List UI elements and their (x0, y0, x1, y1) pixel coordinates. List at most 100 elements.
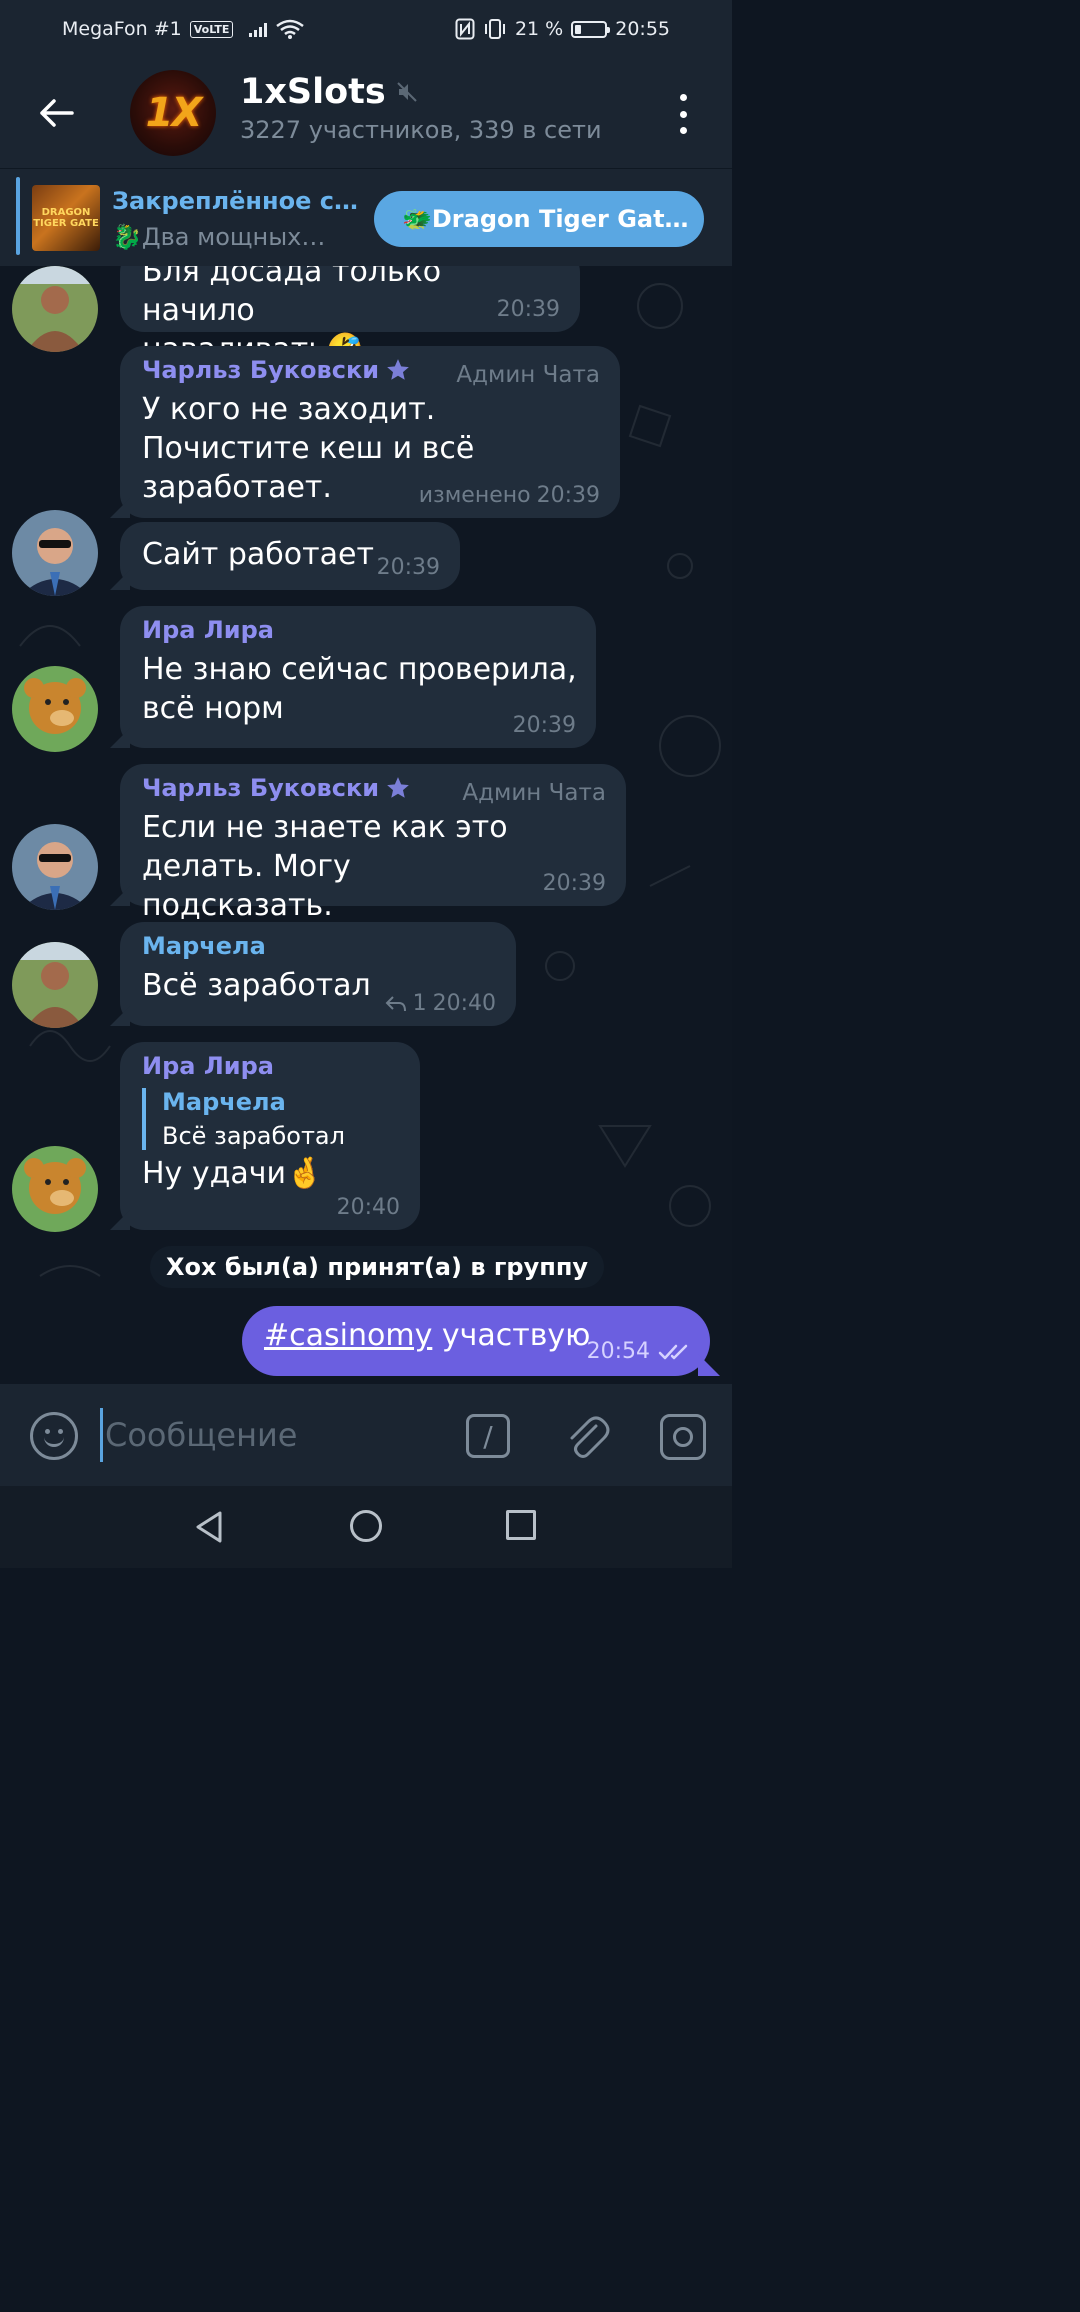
sender-name: Чарльз Буковски (142, 356, 380, 384)
message-bubble[interactable]: Марчела Всё заработал 1 20:40 (120, 922, 516, 1026)
muted-icon (397, 82, 417, 102)
message-meta: 20:39 (513, 713, 576, 738)
message-time: 20:39 (536, 483, 600, 508)
service-message: Хох был(а) принят(а) в группу (150, 1246, 605, 1288)
message-bubble[interactable]: Ира Лира Не знаю сейчас проверила, всё н… (120, 606, 596, 748)
message-bubble[interactable]: Чарльз Буковски Админ Чата У кого не зах… (120, 346, 620, 518)
sender-name: Ира Лира (142, 1052, 274, 1080)
avatar-marchela[interactable] (12, 942, 98, 1028)
chat-area[interactable]: Бля досада только начило наваливать🤣 20:… (0, 266, 732, 1384)
avatar-ira-lira[interactable] (12, 1146, 98, 1232)
message-time: 20:39 (512, 713, 576, 738)
back-button[interactable] (28, 88, 84, 138)
message-sender: Ира Лира (142, 616, 574, 644)
smile-icon (44, 1437, 64, 1447)
clock: 20:55 (615, 18, 670, 40)
avatar-photo (12, 1146, 98, 1232)
message-bubble[interactable]: Сайт работает 20:39 (120, 522, 460, 590)
hashtag-link[interactable]: #casinomy (264, 1318, 432, 1353)
battery-icon (571, 20, 611, 38)
pinned-thumbnail-logo: DRAGON TIGER GATE (33, 207, 99, 229)
message-time: 20:39 (376, 555, 440, 580)
avatar-photo (12, 666, 98, 752)
double-check-icon (658, 1344, 688, 1359)
channel-name: 1xSlots (240, 72, 386, 112)
slash-icon: / (483, 1419, 493, 1453)
sender-name: Ира Лира (142, 616, 274, 644)
status-left: MegaFon #1 VoLTE (62, 18, 305, 40)
message-time: 20:54 (586, 1339, 650, 1364)
system-nav-bar (0, 1486, 732, 1568)
arrow-left-icon (40, 99, 74, 127)
pinned-thumbnail: DRAGON TIGER GATE (32, 185, 100, 251)
message-time: 20:40 (336, 1195, 400, 1220)
wifi-icon (276, 19, 305, 39)
channel-avatar-logo: 1X (145, 90, 203, 136)
outgoing-message-bubble[interactable]: #casinomy участвую 20:54 (242, 1306, 710, 1376)
avatar-photo (12, 510, 98, 596)
message-meta: 20:40 (337, 1195, 400, 1220)
message-input-bar: / (0, 1384, 732, 1486)
message-time: 20:40 (432, 991, 496, 1016)
message-meta: 20:39 (543, 871, 606, 896)
nfc-icon (455, 18, 475, 40)
avatar-photo (12, 942, 98, 1028)
reply-count[interactable]: 1 (413, 991, 427, 1016)
pinned-title: Закреплённое с… (112, 187, 358, 215)
outgoing-message-text: участвую (432, 1318, 591, 1353)
signal-icon (249, 21, 268, 37)
status-bar: MegaFon #1 VoLTE 21 % 20:55 (0, 0, 732, 58)
message-time: 20:39 (496, 297, 560, 322)
message-bubble[interactable]: Бля досада только начило наваливать🤣 20:… (120, 266, 580, 367)
pinned-action-button[interactable]: 🐲Dragon Tiger Gat… (374, 191, 704, 247)
message-input[interactable] (100, 1408, 440, 1462)
message-meta: 20:39 (377, 555, 440, 580)
channel-avatar[interactable]: 1X (130, 70, 216, 156)
status-right: 21 % 20:55 (455, 18, 670, 40)
pinned-indicator (16, 177, 20, 255)
avatar-man-glasses[interactable] (12, 510, 98, 596)
battery-percent: 21 % (514, 18, 564, 40)
camera-button[interactable] (660, 1414, 706, 1460)
avatar-marchela[interactable] (12, 266, 98, 352)
pinned-message-bar[interactable]: DRAGON TIGER GATE Закреплённое с… 🐉Два м… (0, 168, 732, 266)
edited-label: изменено (418, 483, 531, 508)
nav-back-button[interactable] (194, 1510, 224, 1548)
message-sender: Ира Лира (142, 1052, 398, 1080)
admin-badge: Админ Чата (456, 362, 600, 388)
chat-header: 1X 1xSlots 3227 участников, 339 в сети (0, 58, 732, 168)
message-text: Если не знаете как это делать. Могу подс… (142, 810, 508, 923)
message-text-partial: Бля досада только начило (142, 266, 442, 328)
star-icon (387, 777, 409, 798)
message-bubble[interactable]: Ира Лира Марчела Всё заработал Ну удачи🤞… (120, 1042, 420, 1230)
message-bubble[interactable]: Чарльз Буковски Админ Чата Если не знает… (120, 764, 626, 923)
vibrate-icon (484, 19, 505, 39)
message-text: Ну удачи🤞 (142, 1156, 324, 1191)
admin-badge: Админ Чата (462, 780, 606, 806)
carrier-name: MegaFon #1 (62, 18, 182, 40)
reply-icon[interactable] (385, 995, 407, 1013)
message-time: 20:39 (542, 871, 606, 896)
reply-quote-name: Марчела (162, 1088, 286, 1116)
dot-icon (679, 127, 687, 134)
channel-title-block[interactable]: 1xSlots 3227 участников, 339 в сети (240, 72, 602, 144)
nav-home-button[interactable] (350, 1510, 382, 1542)
paperclip-icon (570, 1416, 610, 1458)
channel-title: 1xSlots (240, 72, 602, 112)
message-sender: Марчела (142, 932, 494, 960)
more-menu-button[interactable] (668, 94, 698, 134)
message-meta: 20:54 (587, 1339, 692, 1364)
avatar-photo (12, 266, 98, 352)
message-meta: 1 20:40 (385, 991, 496, 1016)
avatar-man-glasses[interactable] (12, 824, 98, 910)
attach-button[interactable] (560, 1410, 612, 1462)
message-text: Сайт работает (142, 537, 374, 572)
channel-member-count: 3227 участников, 339 в сети (240, 116, 602, 144)
avatar-ira-lira[interactable] (12, 666, 98, 752)
emoji-button[interactable] (30, 1412, 78, 1460)
bot-commands-button[interactable]: / (466, 1414, 510, 1458)
avatar-photo (12, 824, 98, 910)
reply-quote[interactable]: Марчела Всё заработал (142, 1088, 398, 1150)
dot-icon (679, 94, 687, 101)
nav-recents-button[interactable] (506, 1510, 536, 1540)
